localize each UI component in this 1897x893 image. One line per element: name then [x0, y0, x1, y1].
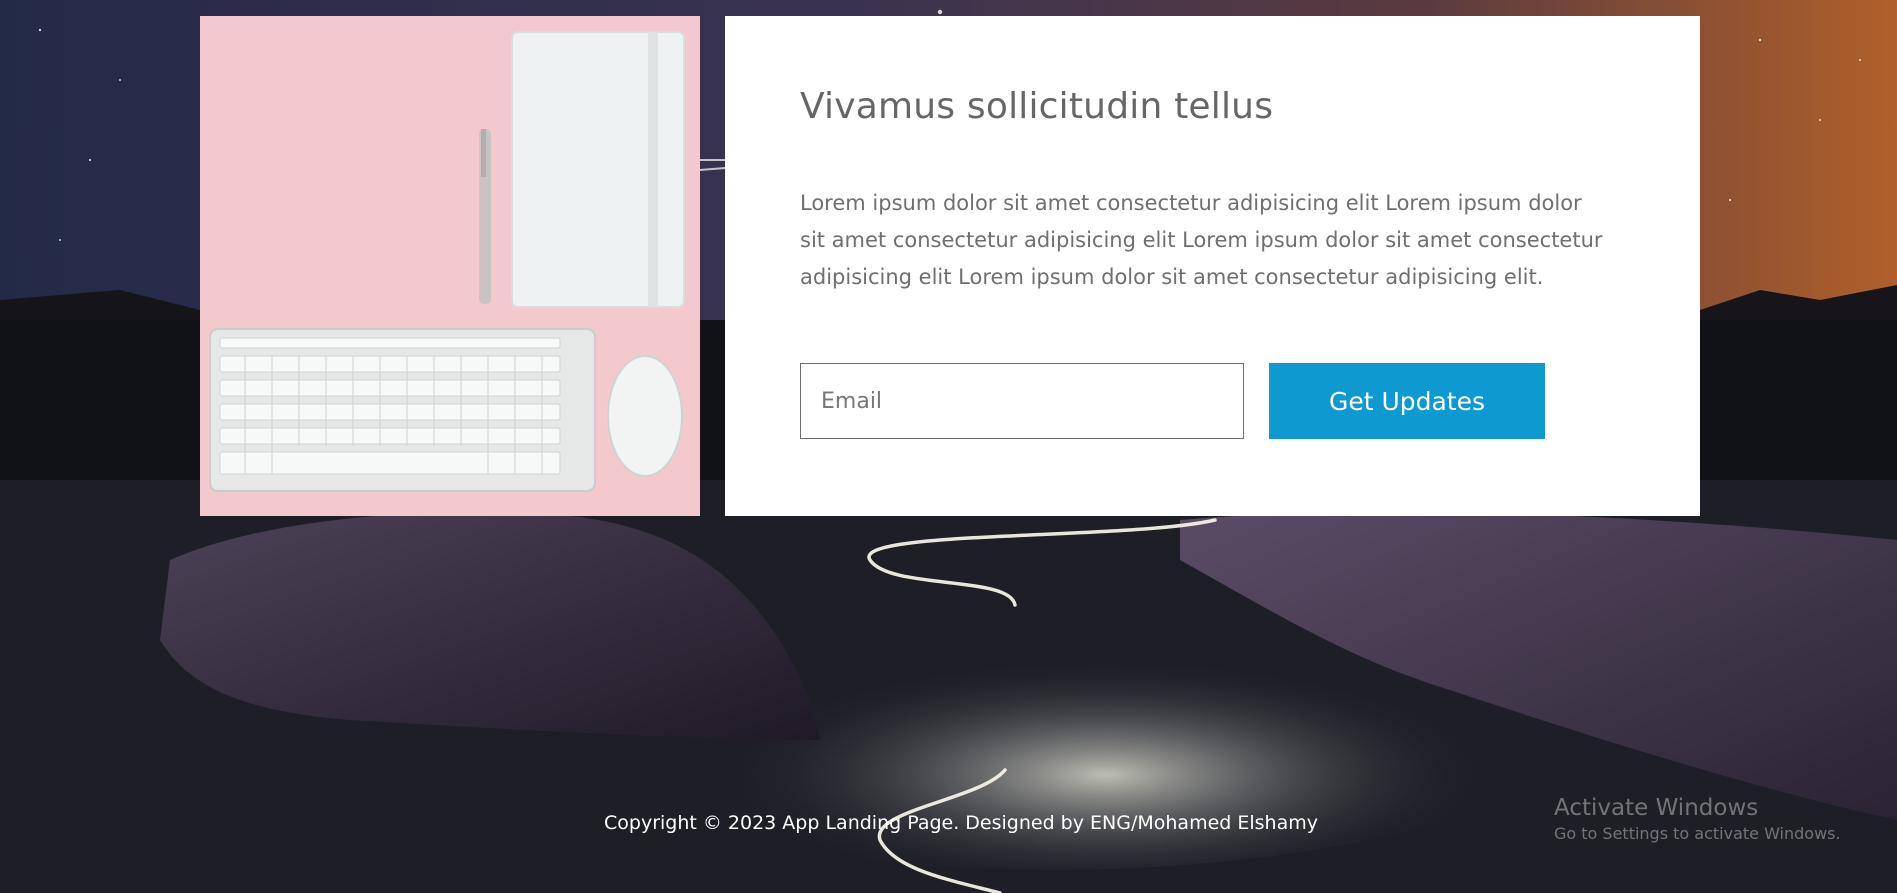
email-input[interactable] [800, 363, 1244, 439]
newsletter-card: Vivamus sollicitudin tellus Lorem ipsum … [725, 16, 1700, 516]
subscribe-form: Get Updates [800, 363, 1545, 439]
product-photo [200, 16, 700, 516]
get-updates-button[interactable]: Get Updates [1269, 363, 1545, 439]
card-title: Vivamus sollicitudin tellus [800, 86, 1274, 127]
windows-activation-watermark: Activate Windows Go to Settings to activ… [1554, 793, 1841, 845]
watermark-subtitle: Go to Settings to activate Windows. [1554, 824, 1841, 843]
desk-flatlay-icon [200, 16, 700, 516]
copyright-text: Copyright © 2023 App Landing Page. Desig… [604, 812, 1318, 834]
watermark-title: Activate Windows [1554, 795, 1759, 821]
card-description: Lorem ipsum dolor sit amet consectetur a… [800, 191, 1603, 289]
